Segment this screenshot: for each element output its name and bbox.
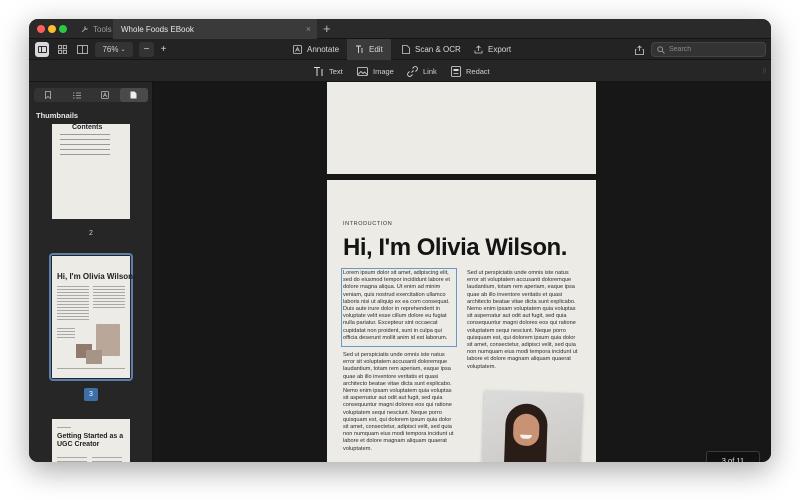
tab-edit[interactable]: Edit [347,39,391,60]
document-tab[interactable]: Whole Foods EBook × [113,19,317,39]
search-icon [657,45,665,54]
page-icon [130,91,137,99]
image-icon [357,66,368,76]
list-icon [72,92,81,98]
minimize-window-button[interactable] [48,25,56,33]
sidebar: Thumbnails Contents 2 Hi, I'm Olivia Wil… [29,82,153,462]
image-tool-button[interactable]: Image [357,60,394,82]
link-tool-label: Link [423,66,437,76]
tools-tab-label: Tools [93,24,112,34]
sidebar-tab-bookmarks[interactable] [34,88,63,102]
text-block[interactable]: Sed ut perspiciatis unde omnis iste natu… [343,352,457,453]
portrait-photo[interactable] [481,390,583,462]
sidebar-tab-annotations[interactable] [91,88,120,102]
text-cursor-icon [356,45,363,53]
document-icon [402,45,410,54]
text-block-selected[interactable]: Lorem ipsum dolor sit amet, adipiscing e… [343,270,455,342]
tab-export-label: Export [488,45,512,54]
current-page[interactable]: INTRODUCTION Hi, I'm Olivia Wilson. Lore… [327,180,596,462]
text-tool-label: Text [329,66,343,76]
zoom-select[interactable]: 76% ⌄ [95,42,133,57]
page-layout-icon [76,45,88,54]
zoom-in-button[interactable]: + [156,42,171,57]
text-tool-button[interactable]: Text [313,60,343,82]
page-indicator[interactable]: 3 of 11 [706,451,760,462]
text-block[interactable]: Sed ut perspiciatis unde omnis iste natu… [467,270,581,371]
share-button[interactable] [633,42,645,57]
zoom-window-button[interactable] [59,25,67,33]
link-icon [407,65,418,77]
close-window-button[interactable] [37,25,45,33]
main-toolbar: 76% ⌄ − + Annotate Edit Scan & OCR Expor… [29,39,771,60]
search-input[interactable] [669,46,759,53]
thumbnail-page-number-selected: 3 [84,388,98,401]
thumbnail-title: Contents [72,124,103,131]
zoom-value: 76% [102,45,119,54]
sidebar-tab-thumbnails[interactable] [119,88,148,102]
grid-view-button[interactable] [56,42,68,57]
tab-scan-ocr[interactable]: Scan & OCR [394,39,469,60]
redact-icon [451,65,461,77]
toolbar-grip-icon[interactable]: || [763,68,766,74]
share-icon [634,44,644,55]
chevron-down-icon: ⌄ [120,47,126,53]
zoom-out-button[interactable]: − [139,42,154,57]
thumbnail-page-4[interactable]: Getting Started as a UGC Creator [52,419,130,462]
tab-annotate-label: Annotate [307,45,340,54]
sidebar-title: Thumbnails [36,111,79,120]
page-heading[interactable]: Hi, I'm Olivia Wilson. [343,234,567,262]
document-tab-label: Whole Foods EBook [121,24,194,34]
annotate-icon [293,45,302,54]
thumbnail-page-2[interactable]: Contents [52,124,130,219]
edit-toolbar: Text Image Link Redact || [29,60,771,82]
app-window: Tools Whole Foods EBook × + 76% ⌄ − + An… [29,19,771,462]
thumbnail-page-3[interactable]: Hi, I'm Olivia Wilson. [52,256,135,378]
text-tool-icon [314,66,323,76]
thumbnail-page-number: 2 [89,230,93,237]
bookmark-icon [45,91,52,99]
link-tool-button[interactable]: Link [407,60,437,82]
thumbnail-photo [86,350,102,364]
close-tab-icon[interactable]: × [306,24,311,34]
sidebar-tabs [34,88,148,102]
tools-tab[interactable]: Tools [81,19,112,39]
document-canvas[interactable]: INTRODUCTION Hi, I'm Olivia Wilson. Lore… [153,82,771,462]
image-tool-label: Image [373,66,394,76]
thumbnail-title: Getting Started as a UGC Creator [57,433,124,448]
tools-icon [81,26,88,33]
sidebar-tab-outline[interactable] [63,88,92,102]
export-icon [474,45,483,54]
tab-export[interactable]: Export [466,39,519,60]
sidebar-icon [37,46,47,53]
new-tab-button[interactable]: + [323,21,331,37]
title-bar: Tools Whole Foods EBook × + [29,19,771,39]
section-label: INTRODUCTION [343,221,393,227]
grid-icon [57,45,67,54]
page-layout-button[interactable] [75,42,89,57]
toggle-sidebar-button[interactable] [35,42,49,57]
redact-tool-label: Redact [466,66,490,76]
thumbnail-title: Hi, I'm Olivia Wilson. [57,272,136,281]
tab-edit-label: Edit [369,45,383,54]
previous-page[interactable] [327,82,596,174]
tab-scan-ocr-label: Scan & OCR [415,45,461,54]
annotation-icon [101,91,110,99]
redact-tool-button[interactable]: Redact [451,60,490,82]
search-box[interactable] [651,42,766,57]
tab-annotate[interactable]: Annotate [285,39,347,60]
